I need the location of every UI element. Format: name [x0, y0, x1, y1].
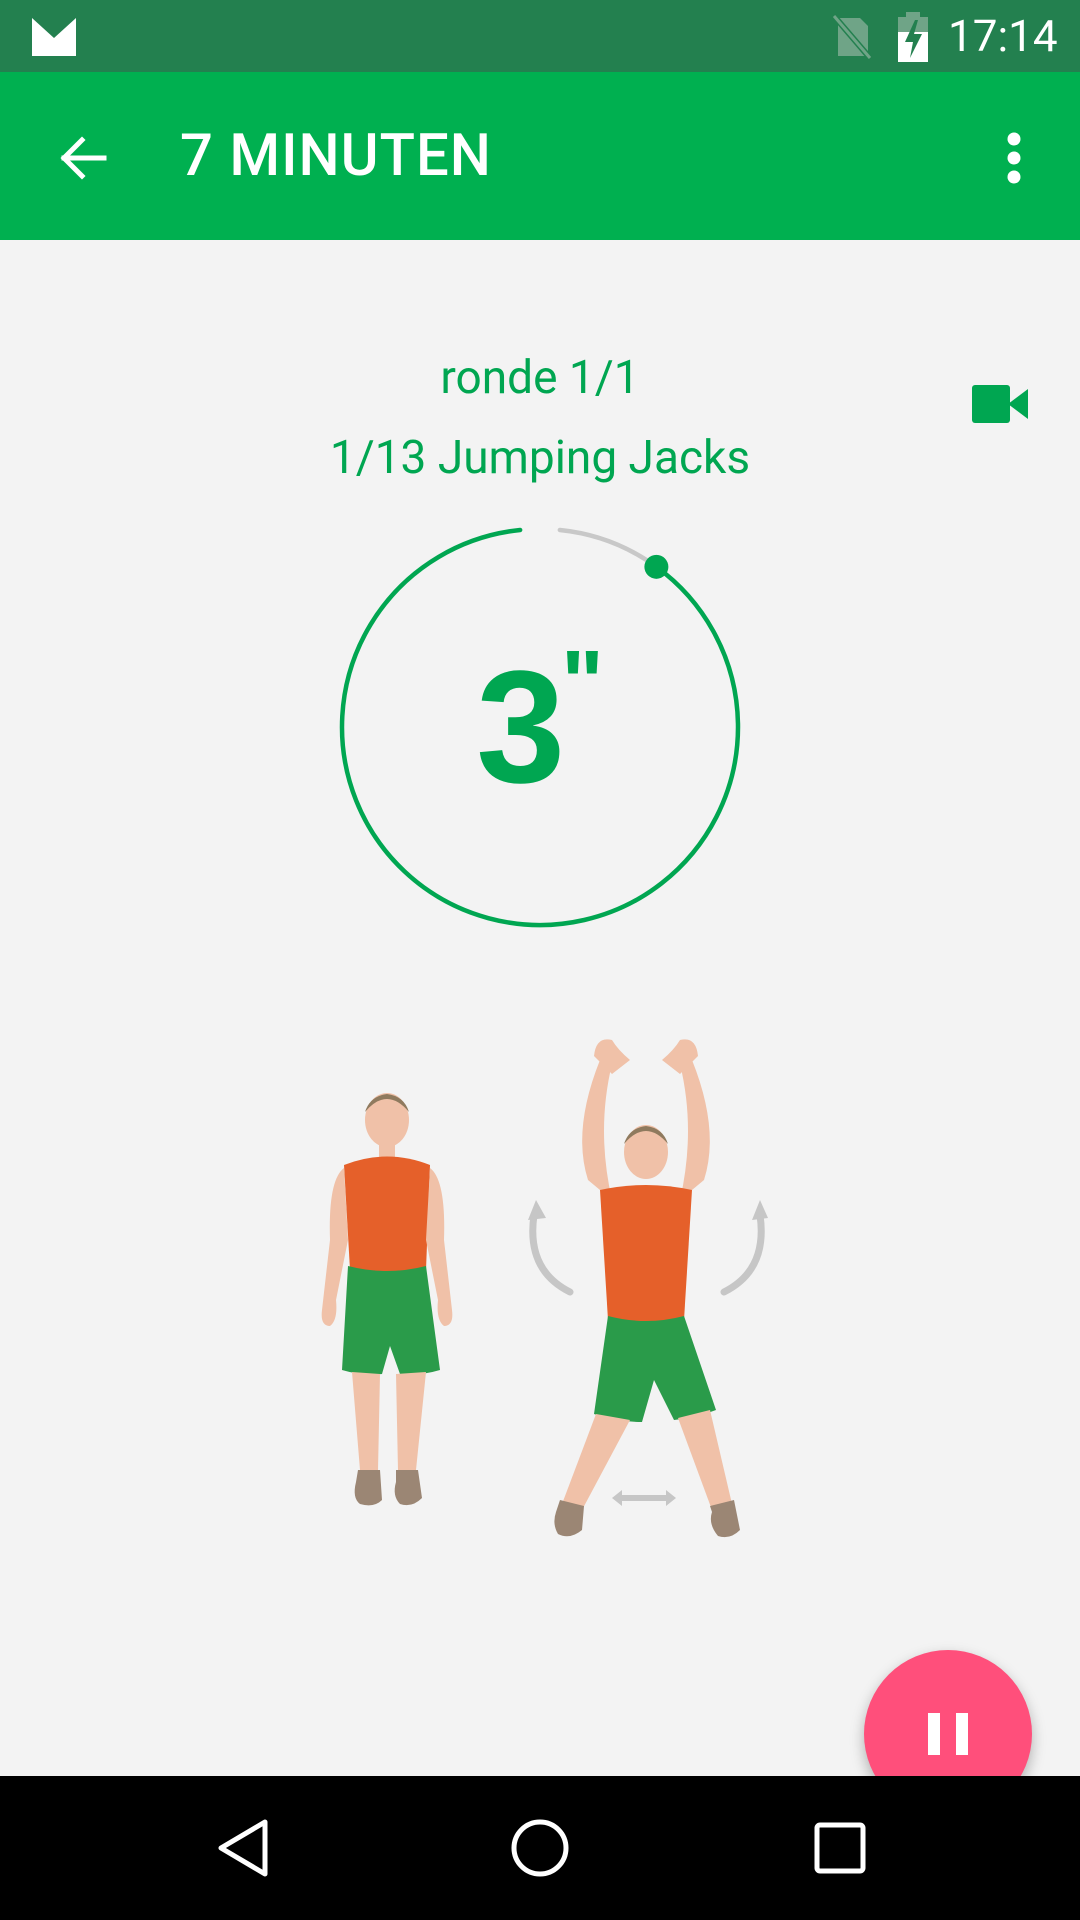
system-nav-bar: [0, 1776, 1080, 1920]
more-options-button[interactable]: [978, 122, 1050, 194]
countdown-timer: 3 ": [333, 520, 747, 934]
home-circle-icon: [511, 1819, 569, 1877]
no-sim-icon: [831, 14, 873, 64]
page-title: 7 MINUTEN: [180, 122, 492, 190]
jumping-figure: [554, 1039, 740, 1538]
round-label: ronde 1/1: [440, 351, 640, 405]
nav-recents-button[interactable]: [804, 1812, 876, 1884]
countdown-display: 3 ": [333, 520, 747, 934]
standing-figure: [321, 1093, 453, 1506]
more-vert-icon: [1007, 132, 1021, 184]
countdown-value: 3: [476, 637, 566, 816]
countdown-unit: ": [561, 633, 604, 733]
spread-arrow: [612, 1490, 676, 1506]
nav-back-button[interactable]: [206, 1812, 278, 1884]
status-bar: 17:14: [0, 0, 1080, 72]
jumping-jacks-illustration: [300, 1030, 780, 1550]
app-bar: 7 MINUTEN: [0, 72, 1080, 240]
battery-charging-icon: [896, 12, 930, 66]
nav-home-button[interactable]: [504, 1812, 576, 1884]
exercise-label: 1/13 Jumping Jacks: [329, 431, 751, 485]
gmail-icon: [32, 16, 76, 60]
back-triangle-icon: [218, 1819, 268, 1877]
arrow-back-icon: [60, 136, 107, 180]
workout-screen: ronde 1/1 1/13 Jumping Jacks 3 ": [0, 240, 1080, 1818]
recents-square-icon: [814, 1822, 866, 1874]
status-time: 17:14: [948, 10, 1058, 62]
pause-icon: [928, 1713, 968, 1755]
back-button[interactable]: [46, 122, 118, 194]
video-button[interactable]: [968, 372, 1032, 436]
videocam-icon: [972, 385, 1028, 423]
